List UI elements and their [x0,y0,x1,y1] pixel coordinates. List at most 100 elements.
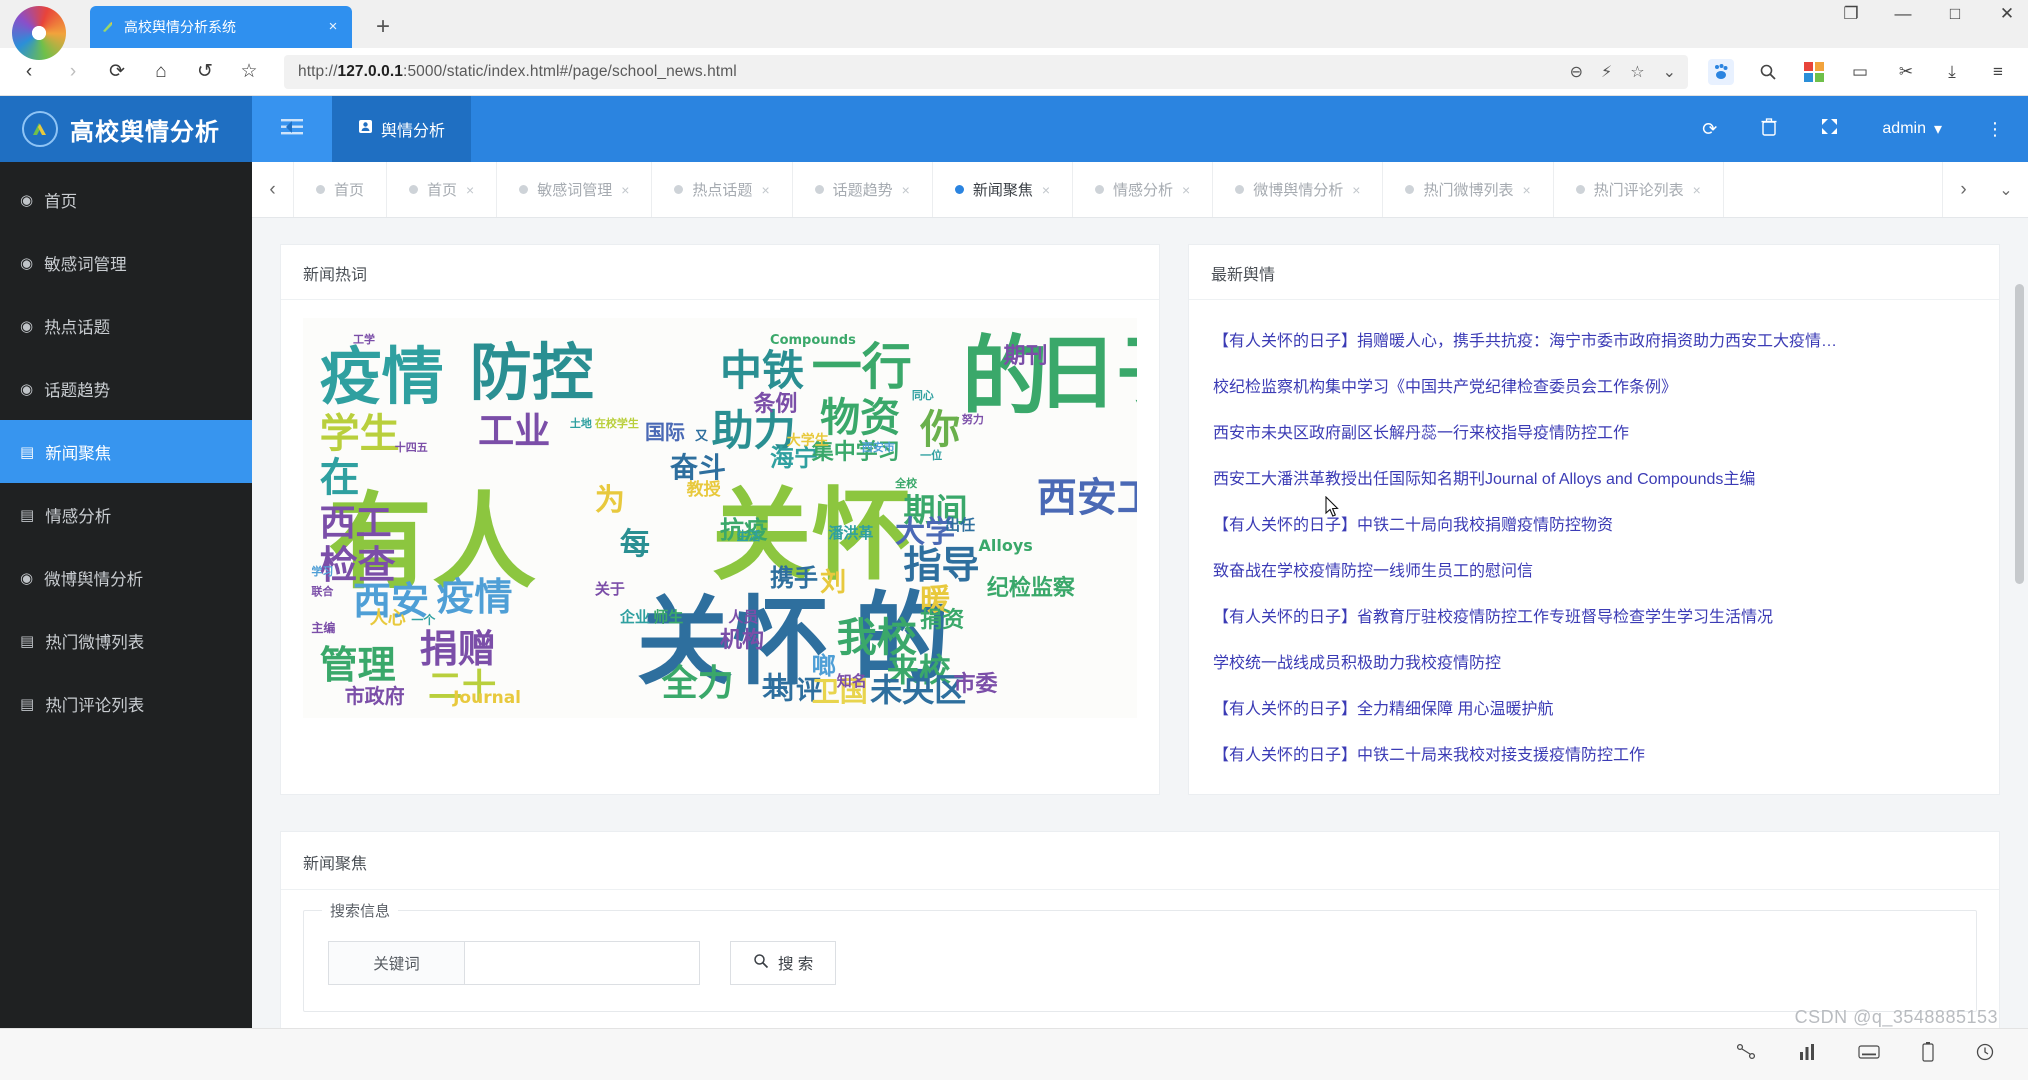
page-tab-close-icon[interactable]: × [1042,182,1050,198]
wordcloud-word: 同心 [911,389,934,402]
news-item-0[interactable]: 【有人关怀的日子】捐赠暖人心，携手共抗疫：海宁市委市政府捐资助力西安工大疫情… [1213,316,1975,362]
sidebar-item-label: 热门评论列表 [45,696,145,715]
refresh-icon[interactable]: ⟳ [1702,119,1717,140]
more-options-icon[interactable]: ⋮ [1986,119,2004,140]
tab-status-dot-icon [409,185,419,194]
baidu-extension-icon[interactable] [1708,58,1734,85]
sidebar-item-0[interactable]: ◉ 首页 [0,168,252,231]
browser-window: 高校舆情分析系统 × + ❐ — □ ✕ ‹ › ⟳ ⌂ ↺ ☆ http://… [0,0,2028,1080]
zoom-out-icon[interactable]: ⊖ [1570,62,1583,82]
reload-button[interactable]: ⟳ [98,53,136,91]
page-tab-2[interactable]: 敏感词管理 × [497,162,653,217]
battery-icon[interactable] [1922,1042,1934,1067]
close-window-icon[interactable]: ✕ [1994,4,2020,24]
wordcloud-word: 为 [594,483,625,518]
page-tab-close-icon[interactable]: × [466,182,474,198]
page-tab-label: 热门微博列表 [1423,182,1514,199]
page-tab-5[interactable]: 新闻聚焦 × [933,162,1074,217]
page-tab-close-icon[interactable]: × [1352,182,1360,198]
page-tab-close-icon[interactable]: × [902,182,910,198]
wordcloud-word: 市委 [953,672,998,697]
address-bar[interactable]: http://127.0.0.1:5000/static/index.html#… [284,54,1688,89]
tab-status-dot-icon [814,185,824,194]
page-tab-close-icon[interactable]: × [621,182,629,198]
minimize-window-icon[interactable]: — [1890,4,1916,24]
news-item-6[interactable]: 【有人关怀的日子】省教育厅驻校疫情防控工作专班督导检查学生学习生活情况 [1213,592,1975,638]
search-row: 关键词 搜 索 [328,941,1952,985]
page-tab-close-icon[interactable]: × [1693,182,1701,198]
app-logo[interactable]: 高校舆情分析 [0,96,252,162]
keyboard-icon[interactable] [1858,1044,1880,1065]
home-button[interactable]: ⌂ [142,53,180,91]
header-nav-tab-sentiment[interactable]: 舆情分析 [332,96,472,162]
wordcloud-word: 纪检监察 [986,576,1075,601]
restore-window-icon[interactable]: ❐ [1838,4,1864,24]
browser-menu-icon[interactable]: ≡ [1986,60,2010,84]
wordcloud-word: 教授 [686,480,721,500]
news-item-7[interactable]: 学校统一战线成员积极助力我校疫情防控 [1213,638,1975,684]
sidebar-item-1[interactable]: ◉ 敏感词管理 [0,231,252,294]
wordcloud-word: Compounds [770,333,856,348]
sidebar-item-7[interactable]: ▤ 热门微博列表 [0,609,252,672]
history-button[interactable]: ↺ [186,53,224,91]
fullscreen-icon[interactable] [1821,118,1838,140]
sidebar-item-8[interactable]: ▤ 热门评论列表 [0,672,252,735]
bookmark-button[interactable]: ☆ [230,53,268,91]
chart-bars-icon[interactable] [1798,1043,1816,1066]
keyword-input[interactable] [465,942,699,984]
page-tab-1[interactable]: 首页 × [387,162,498,217]
page-tab-8[interactable]: 热门微博列表 × [1383,162,1554,217]
tab-close-icon[interactable]: × [324,18,342,36]
sidebar-collapse-button[interactable] [252,96,332,162]
news-item-2[interactable]: 西安市未央区政府副区长解丹蕊一行来校指导疫情防控工作 [1213,408,1975,454]
page-scrollbar[interactable] [2014,218,2025,1080]
news-item-4[interactable]: 【有人关怀的日子】中铁二十局向我校捐赠疫情防控物资 [1213,500,1975,546]
star-icon[interactable]: ☆ [1630,62,1644,82]
page-tab-4[interactable]: 话题趋势 × [793,162,933,217]
sidebar-item-6[interactable]: ◉ 微博舆情分析 [0,546,252,609]
page-tab-close-icon[interactable]: × [1522,182,1530,198]
page-tab-close-icon[interactable]: × [761,182,769,198]
lightning-icon[interactable]: ⚡ [1601,62,1612,82]
news-item-8[interactable]: 【有人关怀的日子】全力精细保障 用心温暖护航 [1213,684,1975,730]
user-menu[interactable]: admin ▾ [1882,119,1942,139]
wordcloud-word: 刘 [820,568,847,598]
sidebar-item-4[interactable]: ▤ 新闻聚焦 [0,420,252,483]
page-tab-6[interactable]: 情感分析 × [1073,162,1214,217]
search-fieldset-legend: 搜索信息 [322,900,399,921]
sidebar-item-2[interactable]: ◉ 热点话题 [0,294,252,357]
page-tab-7[interactable]: 微博舆情分析 × [1213,162,1384,217]
news-item-3[interactable]: 西安工大潘洪革教授出任国际知名期刊Journal of Alloys and C… [1213,454,1975,500]
window-split-icon[interactable]: ▭ [1848,60,1872,84]
wordcloud-word: 知名 [836,672,867,690]
wordcloud-word: 工业 [478,411,551,452]
news-item-9[interactable]: 【有人关怀的日子】中铁二十局来我校对接支援疫情防控工作 [1213,730,1975,776]
tabbar-prev-button[interactable]: ‹ [252,162,294,217]
tabbar-next-button[interactable]: › [1942,162,1984,217]
news-item-5[interactable]: 致奋战在学校疫情防控一线师生员工的慰问信 [1213,546,1975,592]
page-tab-9[interactable]: 热门评论列表 × [1554,162,1724,217]
sidebar-item-3[interactable]: ◉ 话题趋势 [0,357,252,420]
tabbar-dropdown-button[interactable]: ⌄ [1984,162,2028,217]
page-tab-close-icon[interactable]: × [1182,182,1190,198]
page-tab-3[interactable]: 热点话题 × [652,162,793,217]
apps-grid-icon[interactable] [1802,60,1826,84]
news-focus-title: 新闻聚焦 [281,832,1999,890]
page-scrollbar-thumb[interactable] [2015,284,2024,584]
network-icon[interactable] [1736,1043,1756,1066]
sidebar-item-5[interactable]: ▤ 情感分析 [0,483,252,546]
download-icon[interactable]: ⤓ [1940,60,1964,84]
chevron-down-icon[interactable]: ⌄ [1663,62,1676,82]
browser-tab[interactable]: 高校舆情分析系统 × [90,6,352,48]
news-item-1[interactable]: 校纪检监察机构集中学习《中国共产党纪律检查委员会工作条例》 [1213,362,1975,408]
search-icon[interactable] [1756,60,1780,84]
forward-button[interactable]: › [54,53,92,91]
maximize-window-icon[interactable]: □ [1942,4,1968,24]
clock-icon[interactable] [1976,1043,1994,1066]
wordcloud-word: 每 [619,527,650,562]
scissors-icon[interactable]: ✂ [1894,60,1918,84]
page-tab-0[interactable]: 首页 [294,162,388,217]
search-button[interactable]: 搜 索 [730,941,837,985]
new-tab-button[interactable]: + [366,10,400,44]
trash-icon[interactable] [1761,117,1777,141]
